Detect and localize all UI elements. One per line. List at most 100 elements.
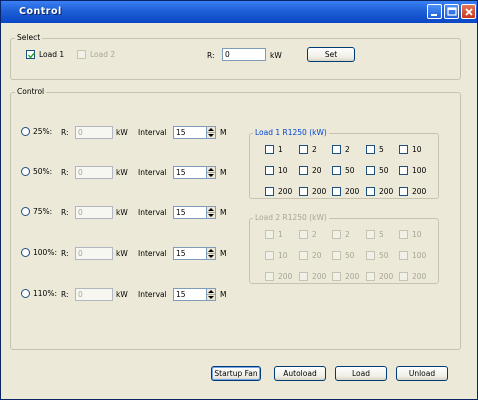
checkbox-box[interactable] (77, 50, 86, 59)
load1-cb-r1-c0[interactable]: 10 (265, 166, 288, 175)
load1-cb-r2-c1[interactable]: 200 (299, 187, 326, 196)
close-button[interactable] (461, 4, 476, 19)
checkbox-box[interactable] (366, 166, 375, 175)
radio-dot[interactable] (21, 167, 30, 176)
load2-cb-r0-c2[interactable]: 2 (332, 230, 350, 239)
title-bar[interactable]: Control (1, 1, 477, 23)
radio-dot[interactable] (21, 289, 30, 298)
load2-cb-r1-c4[interactable]: 100 (399, 251, 426, 260)
row-r-input[interactable]: 0 (75, 288, 113, 301)
row-r-input[interactable]: 0 (75, 166, 113, 179)
radio-dot[interactable] (21, 248, 30, 257)
checkbox-box[interactable] (332, 272, 341, 281)
interval-input[interactable]: 15 (173, 288, 207, 301)
load2-cb-r0-c3[interactable]: 5 (366, 230, 384, 239)
load2-cb-r1-c1[interactable]: 20 (299, 251, 322, 260)
checkbox-box[interactable] (399, 187, 408, 196)
select-r-input[interactable]: 0 (222, 48, 266, 61)
checkbox-box[interactable] (299, 230, 308, 239)
checkbox-box[interactable] (399, 145, 408, 154)
load1-cb-r2-c0[interactable]: 200 (265, 187, 292, 196)
interval-spinner[interactable] (207, 247, 216, 260)
load1-cb-r2-c3[interactable]: 200 (366, 187, 393, 196)
load2-checkbox[interactable]: Load 2 (77, 50, 115, 59)
checkbox-box[interactable] (265, 230, 274, 239)
spin-down[interactable] (207, 173, 215, 179)
checkbox-box[interactable] (332, 187, 341, 196)
load1-cb-r0-c1[interactable]: 2 (299, 145, 317, 154)
interval-spinner[interactable] (207, 166, 216, 179)
radio-25[interactable]: 25%: (21, 127, 52, 136)
load2-cb-r2-c1[interactable]: 200 (299, 272, 326, 281)
spin-down[interactable] (207, 254, 215, 260)
autoload-button[interactable]: Autoload (274, 366, 326, 381)
checkbox-box[interactable] (299, 145, 308, 154)
checkbox-box[interactable] (26, 50, 36, 59)
checkbox-box[interactable] (399, 272, 408, 281)
radio-50[interactable]: 50%: (21, 167, 52, 176)
startup-fan-button[interactable]: Startup Fan (211, 366, 261, 381)
minimize-button[interactable] (427, 4, 442, 19)
set-button[interactable]: Set (307, 47, 355, 62)
load1-cb-r0-c3[interactable]: 5 (366, 145, 384, 154)
checkbox-box[interactable] (265, 251, 274, 260)
load2-cb-r2-c0[interactable]: 200 (265, 272, 292, 281)
spin-down[interactable] (207, 213, 215, 219)
interval-input[interactable]: 15 (173, 166, 207, 179)
load1-cb-r1-c4[interactable]: 100 (399, 166, 426, 175)
interval-spinner[interactable] (207, 288, 216, 301)
load1-cb-r1-c3[interactable]: 50 (366, 166, 389, 175)
radio-100[interactable]: 100%: (21, 248, 57, 257)
radio-dot[interactable] (21, 207, 30, 216)
checkbox-box[interactable] (265, 145, 274, 154)
row-r-input[interactable]: 0 (75, 247, 113, 260)
load1-checkbox[interactable]: Load 1 (26, 50, 64, 59)
load2-cb-r1-c0[interactable]: 10 (265, 251, 288, 260)
spin-down[interactable] (207, 133, 215, 139)
checkbox-box[interactable] (332, 230, 341, 239)
load1-cb-r1-c1[interactable]: 20 (299, 166, 322, 175)
load2-cb-r1-c3[interactable]: 50 (366, 251, 389, 260)
checkbox-box[interactable] (299, 272, 308, 281)
interval-input[interactable]: 15 (173, 206, 207, 219)
checkbox-box[interactable] (332, 145, 341, 154)
checkbox-box[interactable] (332, 251, 341, 260)
checkbox-box[interactable] (299, 166, 308, 175)
checkbox-box[interactable] (366, 145, 375, 154)
load-button[interactable]: Load (335, 366, 387, 381)
row-r-input[interactable]: 0 (75, 126, 113, 139)
checkbox-box[interactable] (265, 272, 274, 281)
checkbox-box[interactable] (299, 251, 308, 260)
interval-input[interactable]: 15 (173, 247, 207, 260)
load2-cb-r2-c4[interactable]: 200 (399, 272, 426, 281)
load1-cb-r0-c0[interactable]: 1 (265, 145, 283, 154)
spin-down[interactable] (207, 295, 215, 301)
load1-cb-r2-c2[interactable]: 200 (332, 187, 359, 196)
radio-dot[interactable] (21, 127, 30, 136)
radio-110[interactable]: 110%: (21, 289, 57, 298)
load2-cb-r2-c2[interactable]: 200 (332, 272, 359, 281)
checkbox-box[interactable] (399, 166, 408, 175)
load2-cb-r1-c2[interactable]: 50 (332, 251, 355, 260)
interval-input[interactable]: 15 (173, 126, 207, 139)
load2-cb-r0-c4[interactable]: 10 (399, 230, 422, 239)
load2-cb-r0-c1[interactable]: 2 (299, 230, 317, 239)
row-r-input[interactable]: 0 (75, 206, 113, 219)
checkbox-box[interactable] (332, 166, 341, 175)
checkbox-box[interactable] (366, 187, 375, 196)
radio-75[interactable]: 75%: (21, 207, 52, 216)
load1-cb-r1-c2[interactable]: 50 (332, 166, 355, 175)
checkbox-box[interactable] (299, 187, 308, 196)
checkbox-box[interactable] (366, 230, 375, 239)
checkbox-box[interactable] (366, 272, 375, 281)
maximize-button[interactable] (444, 4, 459, 19)
load1-cb-r0-c2[interactable]: 2 (332, 145, 350, 154)
interval-spinner[interactable] (207, 126, 216, 139)
checkbox-box[interactable] (265, 166, 274, 175)
load1-cb-r2-c4[interactable]: 200 (399, 187, 426, 196)
unload-button[interactable]: Unload (396, 366, 448, 381)
load2-cb-r0-c0[interactable]: 1 (265, 230, 283, 239)
checkbox-box[interactable] (265, 187, 274, 196)
load1-cb-r0-c4[interactable]: 10 (399, 145, 422, 154)
checkbox-box[interactable] (399, 251, 408, 260)
